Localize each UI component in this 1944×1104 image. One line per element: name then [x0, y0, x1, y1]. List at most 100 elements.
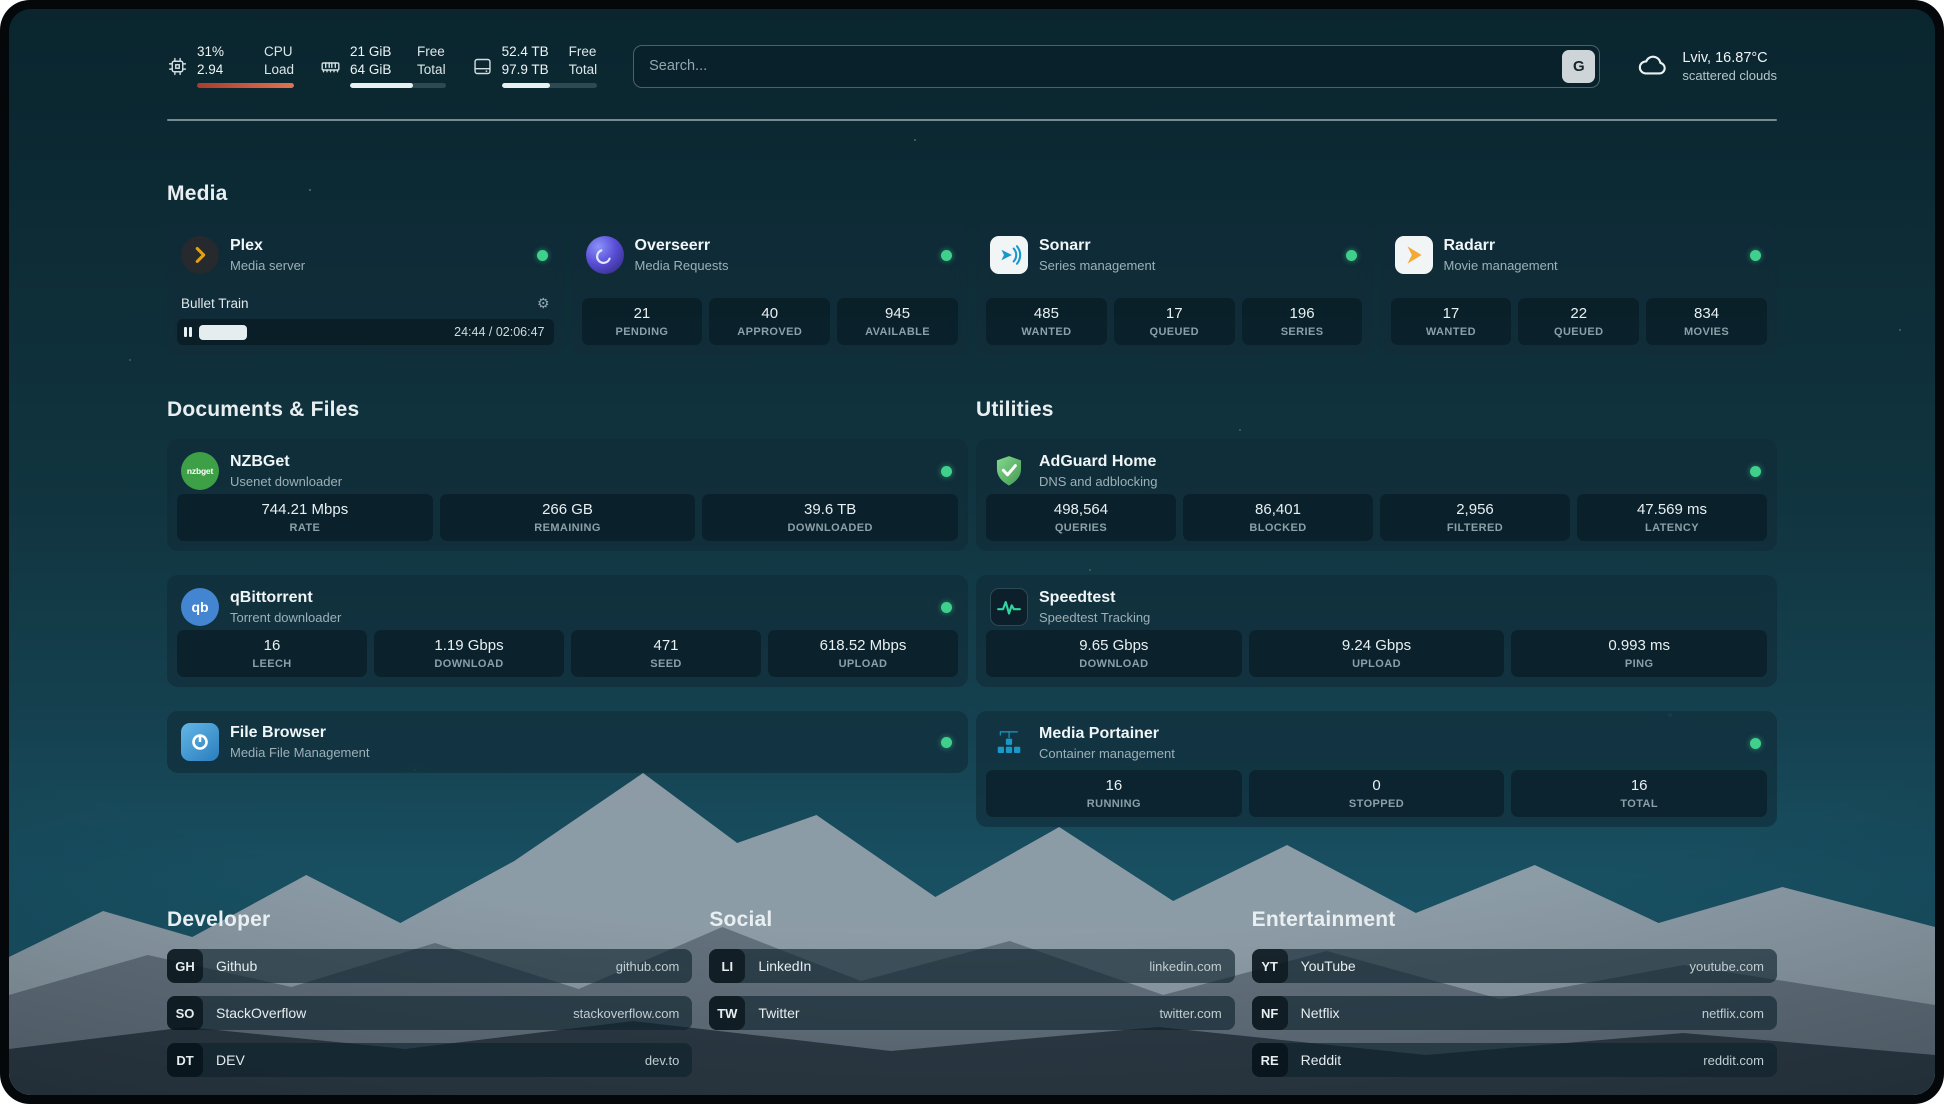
bookmark-abbr: DT: [167, 1043, 203, 1077]
status-dot: [1750, 738, 1761, 749]
stat-upload: 618.52 Mbps UPLOAD: [768, 630, 958, 677]
stat-value: 40: [761, 305, 778, 322]
bookmark-abbr: SO: [167, 996, 203, 1030]
stat-value: 471: [653, 637, 678, 654]
bookmark-twitter[interactable]: TW Twitter twitter.com: [709, 996, 1234, 1030]
disk-icon: [472, 56, 493, 77]
pause-icon[interactable]: [184, 327, 192, 337]
settings-gear-icon[interactable]: ⚙: [537, 295, 550, 312]
stat-value: 945: [885, 305, 910, 322]
progress-track[interactable]: [199, 325, 448, 340]
app-card-overseerr[interactable]: Overseerr Media Requests 21 PENDING: [572, 223, 969, 355]
bookmark-reddit[interactable]: RE Reddit reddit.com: [1252, 1043, 1777, 1077]
stat-label: SERIES: [1281, 326, 1324, 338]
bookmark-url: twitter.com: [1160, 1006, 1222, 1021]
bookmark-name: DEV: [216, 1052, 645, 1068]
bookmark-name: StackOverflow: [216, 1005, 573, 1021]
stat-label: PENDING: [615, 326, 668, 338]
plex-player-bar[interactable]: 24:44 / 02:06:47: [177, 319, 554, 345]
status-dot: [941, 250, 952, 261]
app-name: Speedtest: [1039, 589, 1763, 607]
stat-blocked: 86,401 BLOCKED: [1183, 494, 1373, 541]
search-provider-button[interactable]: G: [1562, 50, 1595, 83]
app-card-filebrowser[interactable]: File Browser Media File Management: [167, 711, 968, 773]
app-card-portainer[interactable]: Media Portainer Container management 16 …: [976, 711, 1777, 827]
stat-label: QUERIES: [1055, 522, 1107, 534]
bookmark-stackoverflow[interactable]: SO StackOverflow stackoverflow.com: [167, 996, 692, 1030]
app-subtitle: DNS and adblocking: [1039, 474, 1739, 489]
app-name: Plex: [230, 237, 526, 255]
app-card-plex[interactable]: Plex Media server Bullet Train ⚙: [167, 223, 564, 355]
status-dot: [941, 602, 952, 613]
stat-label: BLOCKED: [1249, 522, 1306, 534]
weather-condition: scattered clouds: [1682, 68, 1777, 83]
app-subtitle: Media server: [230, 258, 526, 273]
stat-value: 16: [1105, 777, 1122, 794]
bookmark-name: Twitter: [758, 1005, 1159, 1021]
app-card-sonarr[interactable]: Sonarr Series management 485 WANTED: [976, 223, 1373, 355]
bookmark-dev[interactable]: DT DEV dev.to: [167, 1043, 692, 1077]
stat-label: LEECH: [252, 658, 291, 670]
stat-label: FILTERED: [1447, 522, 1503, 534]
topbar-divider: [167, 119, 1777, 121]
disk-total-value: 97.9 TB: [502, 62, 554, 79]
app-subtitle: Series management: [1039, 258, 1335, 273]
bookmark-url: stackoverflow.com: [573, 1006, 679, 1021]
bookmark-url: reddit.com: [1703, 1053, 1764, 1068]
stat-value: 16: [1631, 777, 1648, 794]
stat-value: 86,401: [1255, 501, 1301, 518]
stat-stopped: 0 STOPPED: [1249, 770, 1505, 817]
stat-leech: 16 LEECH: [177, 630, 367, 677]
stat-available: 945 AVAILABLE: [837, 298, 958, 345]
stat-label: QUEUED: [1150, 326, 1199, 338]
app-name: NZBGet: [230, 453, 930, 471]
app-card-adguard[interactable]: AdGuard Home DNS and adblocking 498,564 …: [976, 439, 1777, 551]
topbar: 31% 2.94 CPU Load: [167, 39, 1777, 93]
wallpaper: 31% 2.94 CPU Load: [9, 9, 1935, 1095]
bookmark-name: YouTube: [1301, 958, 1690, 974]
stat-label: UPLOAD: [839, 658, 888, 670]
dashboard-content: 31% 2.94 CPU Load: [9, 9, 1935, 1095]
radarr-icon: [1395, 236, 1433, 274]
memory-free-value: 21 GiB: [350, 44, 402, 61]
section-entertainment: Entertainment YT YouTube youtube.com NF …: [1252, 907, 1777, 1090]
adguard-icon: [990, 452, 1028, 490]
plex-icon: [181, 236, 219, 274]
nzbget-icon: nzbget: [181, 452, 219, 490]
bookmark-youtube[interactable]: YT YouTube youtube.com: [1252, 949, 1777, 983]
bookmark-url: linkedin.com: [1149, 959, 1221, 974]
stat-label: WANTED: [1021, 326, 1071, 338]
stat-label: DOWNLOAD: [434, 658, 503, 670]
app-card-nzbget[interactable]: nzbget NZBGet Usenet downloader 744.21 M…: [167, 439, 968, 551]
app-name: Radarr: [1444, 237, 1740, 255]
stat-value: 485: [1034, 305, 1059, 322]
app-card-qbittorrent[interactable]: qb qBittorrent Torrent downloader 16 LEE…: [167, 575, 968, 687]
app-subtitle: Speedtest Tracking: [1039, 610, 1763, 625]
bookmark-netflix[interactable]: NF Netflix netflix.com: [1252, 996, 1777, 1030]
stat-value: 196: [1290, 305, 1315, 322]
sonarr-icon: [990, 236, 1028, 274]
bookmark-github[interactable]: GH Github github.com: [167, 949, 692, 983]
stat-downloaded: 39.6 TB DOWNLOADED: [702, 494, 958, 541]
disk-free-label: Free: [569, 44, 598, 61]
stat-label: MOVIES: [1684, 326, 1729, 338]
app-subtitle: Torrent downloader: [230, 610, 930, 625]
cpu-load-label: Load: [264, 62, 294, 79]
bookmark-name: Reddit: [1301, 1052, 1704, 1068]
stat-value: 498,564: [1054, 501, 1108, 518]
stat-label: RATE: [289, 522, 320, 534]
stat-value: 1.19 Gbps: [434, 637, 503, 654]
progress-fill: [199, 325, 247, 340]
stat-wanted: 17 WANTED: [1391, 298, 1512, 345]
stat-label: WANTED: [1426, 326, 1476, 338]
app-name: Media Portainer: [1039, 725, 1739, 743]
status-dot: [1346, 250, 1357, 261]
stat-rate: 744.21 Mbps RATE: [177, 494, 433, 541]
stat-value: 834: [1694, 305, 1719, 322]
app-card-speedtest[interactable]: Speedtest Speedtest Tracking 9.65 Gbps D…: [976, 575, 1777, 687]
memory-icon: [320, 56, 341, 77]
search-input[interactable]: [633, 45, 1600, 88]
stat-value: 17: [1443, 305, 1460, 322]
bookmark-linkedin[interactable]: LI LinkedIn linkedin.com: [709, 949, 1234, 983]
app-card-radarr[interactable]: Radarr Movie management 17 WANTED 2: [1381, 223, 1778, 355]
